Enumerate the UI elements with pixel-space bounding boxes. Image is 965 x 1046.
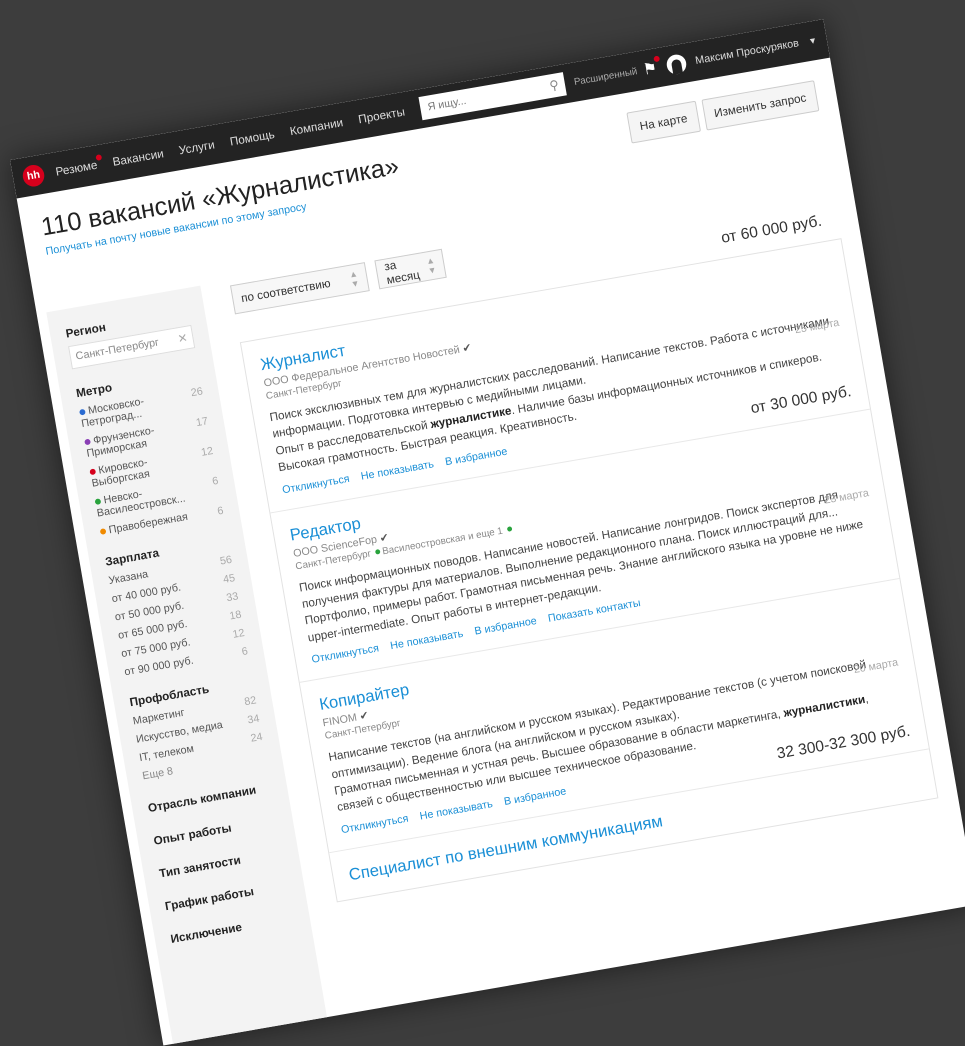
caret-down-icon[interactable]: ▼ [808, 35, 818, 46]
flag-icon[interactable]: ⚑ [641, 55, 660, 80]
metro-count: 26 [189, 385, 204, 400]
filter-label: от 90 000 руб. [123, 654, 195, 679]
metro-line-dot [94, 498, 102, 506]
notification-dot [653, 55, 660, 63]
filter-label: IT, телеком [138, 742, 195, 764]
advanced-search-link[interactable]: Расширенный [573, 66, 638, 87]
filter-sections: Отрасль компании Опыт работы Тип занятости… [147, 780, 295, 946]
metro-label: Фрунзенско-Приморская [85, 424, 156, 460]
sort-value: по соответствию [240, 276, 332, 306]
metro-label: Московско-Петроград... [80, 395, 145, 430]
metro-count: 6 [216, 504, 225, 518]
metro-count: 12 [200, 445, 215, 459]
filter-count: 45 [222, 572, 237, 586]
region-value: Санкт-Петербург [74, 336, 160, 363]
period-select[interactable]: за месяц ▲ ▼ [374, 248, 447, 290]
filter-section-link[interactable]: Отрасль компании [147, 780, 273, 815]
metro-line-dot [79, 408, 86, 416]
metro-station-dot [506, 526, 513, 533]
vacancy-action-link[interactable]: Откликнуться [311, 643, 380, 666]
period-value: за месяц [383, 257, 421, 287]
clear-icon[interactable]: ✕ [177, 331, 189, 346]
filter-count: 12 [231, 627, 246, 641]
filter-count: 34 [246, 712, 261, 727]
nav-services[interactable]: Услуги [178, 138, 216, 158]
search-icon[interactable]: ⚲ [548, 77, 560, 94]
metro-line-dot [99, 528, 107, 535]
salary-list: Указана 56 от 40 000 руб. 45 от 50 000 руб. 3… [108, 554, 249, 678]
vacancy-action-link[interactable]: Не показывать [419, 798, 494, 822]
vacancy-action-link[interactable]: Откликнуться [281, 473, 350, 496]
filter-label: Маркетинг [132, 706, 186, 728]
vacancy-action-link[interactable]: В избранное [444, 445, 508, 467]
nav-companies[interactable]: Компании [289, 115, 344, 138]
nav-label: Резюме [54, 157, 99, 179]
verified-check-icon: ✔ [358, 709, 370, 723]
user-name[interactable]: Максим Проскуряков [694, 37, 799, 66]
filter-section-link[interactable]: Опыт работы [153, 813, 279, 848]
metro-list: Московско-Петроград... 26 Фрунзенско-Примо… [79, 386, 225, 538]
filter-count: 24 [249, 731, 264, 745]
filter-count: 18 [228, 608, 243, 623]
filter-label: Указана [107, 568, 150, 587]
vacancy-action-link[interactable]: В избранное [503, 785, 567, 807]
verified-check-icon: ✔ [461, 341, 473, 356]
nav-help[interactable]: Помощь [229, 127, 276, 148]
content: Регион Санкт-Петербург ✕ Метро Московско… [37, 173, 965, 1046]
nav-projects[interactable]: Проекты [357, 105, 406, 127]
hh-logo[interactable]: hh [21, 163, 46, 189]
page: hh Резюме Вакансии Услуги Помощь Компани… [10, 19, 965, 1046]
vacancy-list: от 60 000 руб. Журналист ООО Федеральное А… [239, 213, 939, 903]
metro-line-dot [89, 468, 97, 476]
avatar[interactable] [664, 53, 688, 76]
metro-station-dot [375, 549, 381, 556]
nav-vacancies[interactable]: Вакансии [111, 146, 164, 168]
metro-label: Кировско-Выборгская [90, 456, 151, 490]
filter-count: 56 [219, 553, 233, 568]
vacancy-action-link[interactable]: В избранное [474, 615, 538, 637]
filter-section-link[interactable]: Исключение [170, 911, 296, 946]
vacancy-action-link[interactable]: Не показывать [360, 458, 435, 482]
metro-count: 17 [195, 415, 209, 429]
verified-check-icon: ✔ [378, 531, 390, 545]
notification-dot [95, 154, 103, 161]
filter-count: 33 [225, 590, 240, 605]
metro-line-dot [84, 438, 91, 446]
filter-section-link[interactable]: График работы [164, 878, 290, 913]
vacancy-action-link[interactable]: Откликнуться [340, 813, 409, 836]
nav-resume[interactable]: Резюме [54, 154, 103, 179]
select-arrows-icon: ▲ ▼ [348, 268, 361, 290]
filter-section-link[interactable]: Тип занятости [158, 846, 284, 881]
filter-count: 6 [240, 645, 249, 658]
filter-count: 82 [243, 694, 258, 709]
results: по соответствию ▲ ▼ за месяц ▲ ▼ от 60 000… [200, 173, 965, 1045]
search-input[interactable] [424, 82, 537, 115]
vacancy-action-link[interactable]: Не показывать [389, 628, 464, 652]
